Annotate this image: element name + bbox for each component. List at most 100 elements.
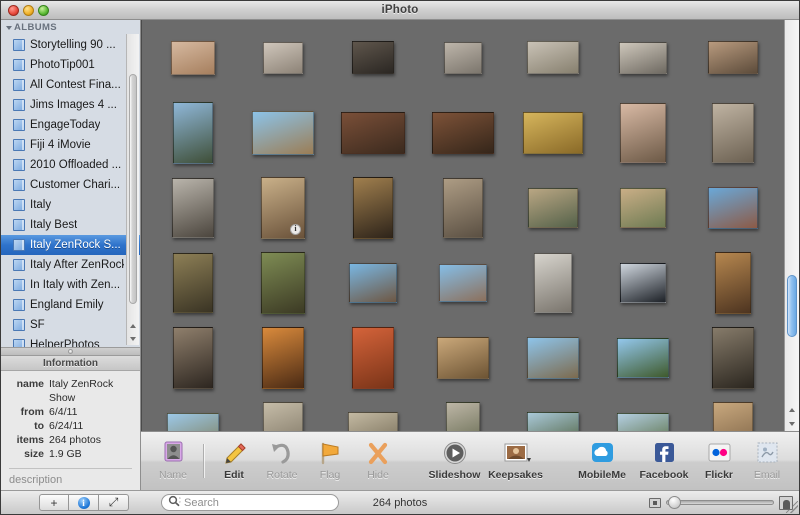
photo-thumbnail[interactable] [715,251,751,314]
sidebar-item-italy-after-zenrock[interactable]: Italy After ZenRock [1,255,140,275]
photo-thumbnail[interactable] [713,401,753,431]
photo-thumbnail[interactable] [352,41,394,74]
toolbar-button-rotate[interactable]: Rotate [258,436,306,486]
photo-info-badge-icon[interactable]: i [290,223,301,235]
toolbar-button-hide[interactable]: Hide [354,436,402,486]
grid-scrollbar[interactable] [784,20,799,431]
photo-thumbnail[interactable] [712,102,754,163]
toolbar-button-email[interactable]: Email [743,436,791,486]
sidebar-scrollbar[interactable] [126,34,139,345]
sidebar-item-italy-best[interactable]: Italy Best [1,215,140,235]
sidebar-item-fiji-4-imovie[interactable]: Fiji 4 iMovie [1,135,140,155]
sidebar-item-2010-offloaded[interactable]: 2010 Offloaded ... [1,155,140,175]
photo-thumbnail[interactable] [341,111,405,154]
photo-thumbnail[interactable] [523,111,583,154]
photo-thumbnail[interactable] [252,110,314,155]
toolbar-button-flag[interactable]: Flag [306,436,354,486]
photo-thumbnail[interactable] [352,326,394,389]
photo-thumbnail[interactable] [263,41,303,74]
photo-thumbnail[interactable] [173,326,213,389]
info-value[interactable]: 6/4/11 [49,405,77,419]
photo-thumbnail[interactable] [527,411,579,431]
zoom-slider[interactable] [666,496,774,509]
zoom-slider-knob[interactable] [668,496,681,509]
photo-thumbnail[interactable] [712,326,754,389]
photo-thumbnail[interactable] [432,111,494,154]
photo-thumbnail[interactable] [262,326,304,389]
zoom-in-large-icon[interactable] [779,495,793,510]
photo-thumbnail[interactable] [620,102,666,163]
grid-scrollbar-thumb[interactable] [787,275,797,337]
photo-thumbnail[interactable] [619,41,667,74]
sidebar-item-storytelling-90[interactable]: Storytelling 90 ... [1,35,140,55]
search-placeholder: Search [184,496,219,509]
album-label: Italy After ZenRock [30,259,124,271]
show-info-button[interactable]: i [69,494,99,511]
sidebar-item-phototip001[interactable]: PhotoTip001 [1,55,140,75]
zoom-out-small-icon[interactable] [649,497,661,508]
sidebar-scrollbar-thumb[interactable] [129,74,137,304]
toolbar-button-name[interactable]: Name [149,436,197,486]
photo-thumbnail[interactable] [444,41,482,74]
sidebar-item-customer-chari[interactable]: Customer Chari... [1,175,140,195]
description-field[interactable]: description [1,469,140,486]
photo-thumbnail[interactable] [167,412,219,431]
photo-thumbnail[interactable] [443,177,483,238]
info-value[interactable]: 1.9 GB [49,447,82,461]
sidebar-item-england-emily[interactable]: England Emily [1,295,140,315]
toolbar-button-facebook[interactable]: Facebook [633,436,695,486]
photo-thumbnail[interactable] [439,263,487,302]
sidebar-item-engagetoday[interactable]: EngageToday [1,115,140,135]
sidebar-item-in-italy-with-zen[interactable]: In Italy with Zen... [1,275,140,295]
toolbar-label-keepsakes: Keepsakes [488,469,543,481]
photo-thumbnail[interactable] [173,101,213,164]
photo-thumbnail[interactable] [446,401,480,431]
toolbar-button-slideshow[interactable]: Slideshow [426,436,484,486]
photo-thumbnail[interactable] [349,262,397,303]
sidebar-item-helperphotos[interactable]: HelperPhotos [1,335,140,347]
sidebar-scroll-down-icon[interactable] [127,332,139,345]
fullscreen-button[interactable]: ⤢ [99,494,129,511]
add-album-button[interactable]: + [39,494,69,511]
sidebar-item-italy-zenrock-s[interactable]: Italy ZenRock S... [1,235,140,255]
photo-thumbnail[interactable] [263,401,303,431]
photo-thumbnail[interactable] [617,337,669,378]
albums-section-header[interactable]: ALBUMS [1,20,140,35]
photo-thumbnail[interactable] [173,252,213,313]
photo-thumbnail[interactable] [534,252,572,313]
toolbar-button-keepsakes[interactable]: Keepsakes [484,436,548,486]
photo-thumbnail[interactable] [171,40,215,75]
main-split: ALBUMS Storytelling 90 ... PhotoTip001 All… [1,20,799,490]
photo-thumbnail[interactable] [527,41,579,74]
sidebar-item-italy[interactable]: Italy [1,195,140,215]
sidebar-item-all-contest-fina[interactable]: All Contest Fina... [1,75,140,95]
photo-thumbnail[interactable] [620,187,666,228]
photo-thumbnail[interactable] [348,411,398,431]
sidebar-scroll-up-icon[interactable] [127,319,139,332]
toolbar-button-mobileme[interactable]: MobileMe [571,436,633,486]
photo-thumbnail[interactable]: i [261,176,305,239]
grid-scroll-up-icon[interactable] [785,403,799,417]
photo-thumbnail[interactable] [353,176,393,239]
sidebar-item-sf[interactable]: SF [1,315,140,335]
toolbar-button-flickr[interactable]: Flickr [695,436,743,486]
info-value[interactable]: Italy ZenRock Show [49,377,136,405]
sidebar-divider[interactable] [1,347,140,356]
info-value[interactable]: 264 photos [49,433,101,447]
info-value[interactable]: 6/24/11 [49,419,83,433]
album-book-icon [13,79,25,91]
grid-scroll-down-icon[interactable] [785,417,799,431]
photo-thumbnail[interactable] [708,41,758,74]
photo-thumbnail[interactable] [172,177,214,238]
photo-thumbnail[interactable] [617,412,669,431]
photo-thumbnail[interactable] [708,186,758,229]
search-field[interactable]: Search [161,494,339,511]
photo-thumbnail[interactable] [437,336,489,379]
photo-thumbnail[interactable] [527,336,579,379]
photo-thumbnail[interactable] [620,262,666,303]
toolbar-button-edit[interactable]: Edit [210,436,258,486]
photo-thumbnail[interactable] [528,187,578,228]
sidebar-item-jims-images-4[interactable]: Jims Images 4 ... [1,95,140,115]
search-icon[interactable] [168,495,181,510]
photo-thumbnail[interactable] [261,251,305,314]
